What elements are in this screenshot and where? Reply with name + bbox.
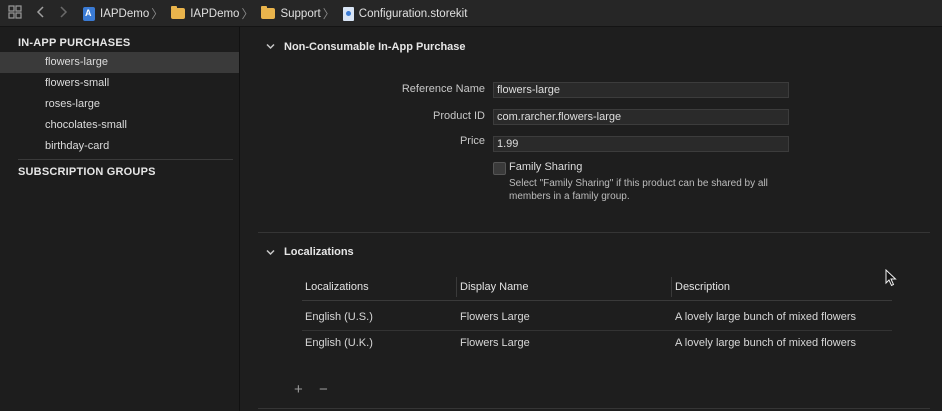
sidebar-item-roses-large[interactable]: roses-large	[0, 94, 239, 115]
breadcrumb-file[interactable]: Configuration.storekit	[342, 6, 468, 21]
cell-display-name: Flowers Large	[460, 311, 530, 323]
localizations-section-title: Localizations	[284, 246, 354, 258]
price-field[interactable]	[493, 136, 789, 152]
price-label: Price	[459, 135, 485, 147]
family-sharing-label: Family Sharing	[509, 161, 583, 173]
grid-icon[interactable]	[8, 5, 22, 19]
family-sharing-help-text: Select "Family Sharing" if this product …	[509, 178, 768, 202]
project-icon	[83, 6, 95, 21]
chevron-right-icon: 〉	[322, 7, 335, 21]
remove-localization-button[interactable]: −	[319, 381, 328, 398]
jump-bar: IAPDemo 〉 IAPDemo 〉 Support 〉 Configurat…	[0, 0, 942, 27]
in-app-purchases-header: IN-APP PURCHASES	[18, 37, 131, 49]
folder-icon	[261, 6, 276, 19]
back-chevron-icon[interactable]	[36, 5, 46, 19]
product-id-field[interactable]	[493, 109, 789, 125]
chevron-right-icon: 〉	[241, 7, 254, 21]
disclosure-chevron-down-icon[interactable]	[266, 42, 275, 52]
column-header-description[interactable]: Description	[675, 281, 730, 293]
section-divider	[258, 232, 930, 233]
breadcrumb-label: IAPDemo	[190, 7, 240, 20]
reference-name-field[interactable]	[493, 82, 789, 98]
product-editor: Non-Consumable In-App Purchase Reference…	[240, 27, 942, 411]
sidebar-item-chocolates-small[interactable]: chocolates-small	[0, 115, 239, 136]
sidebar-item-flowers-large[interactable]: flowers-large	[0, 52, 239, 73]
product-section-title: Non-Consumable In-App Purchase	[284, 41, 466, 53]
sidebar-divider	[18, 159, 233, 160]
sidebar-item-flowers-small[interactable]: flowers-small	[0, 73, 239, 94]
breadcrumb-label: IAPDemo	[100, 7, 150, 20]
subscription-groups-header[interactable]: SUBSCRIPTION GROUPS	[18, 166, 156, 178]
chevron-right-icon: 〉	[151, 7, 164, 21]
section-divider	[258, 408, 930, 409]
breadcrumb-label: Support	[280, 7, 321, 20]
cell-localization: English (U.S.)	[305, 311, 373, 323]
row-divider	[302, 330, 892, 331]
add-localization-button[interactable]: +	[294, 381, 303, 398]
breadcrumb-label: Configuration.storekit	[358, 7, 468, 20]
mouse-cursor-icon	[885, 268, 897, 290]
product-id-label: Product ID	[433, 110, 485, 122]
sidebar: IN-APP PURCHASES flowers-large flowers-s…	[0, 27, 240, 411]
folder-icon	[171, 6, 186, 19]
column-header-display-name[interactable]: Display Name	[460, 281, 528, 293]
sidebar-item-birthday-card[interactable]: birthday-card	[0, 136, 239, 157]
reference-name-label: Reference Name	[401, 83, 485, 95]
column-header-localizations[interactable]: Localizations	[305, 281, 369, 293]
column-separator	[671, 277, 672, 297]
cell-display-name: Flowers Large	[460, 337, 530, 349]
storekit-file-icon	[342, 6, 354, 21]
forward-chevron-icon[interactable]	[58, 5, 68, 19]
table-header-divider	[302, 300, 892, 301]
disclosure-chevron-down-icon[interactable]	[266, 248, 275, 258]
cell-description: A lovely large bunch of mixed flowers	[675, 337, 856, 349]
family-sharing-checkbox[interactable]	[493, 162, 506, 175]
cell-description: A lovely large bunch of mixed flowers	[675, 311, 856, 323]
cell-localization: English (U.K.)	[305, 337, 373, 349]
breadcrumb-group[interactable]: IAPDemo 〉	[171, 5, 257, 22]
column-separator	[456, 277, 457, 297]
breadcrumb-project[interactable]: IAPDemo 〉	[83, 5, 167, 22]
breadcrumb-support[interactable]: Support 〉	[261, 5, 338, 22]
